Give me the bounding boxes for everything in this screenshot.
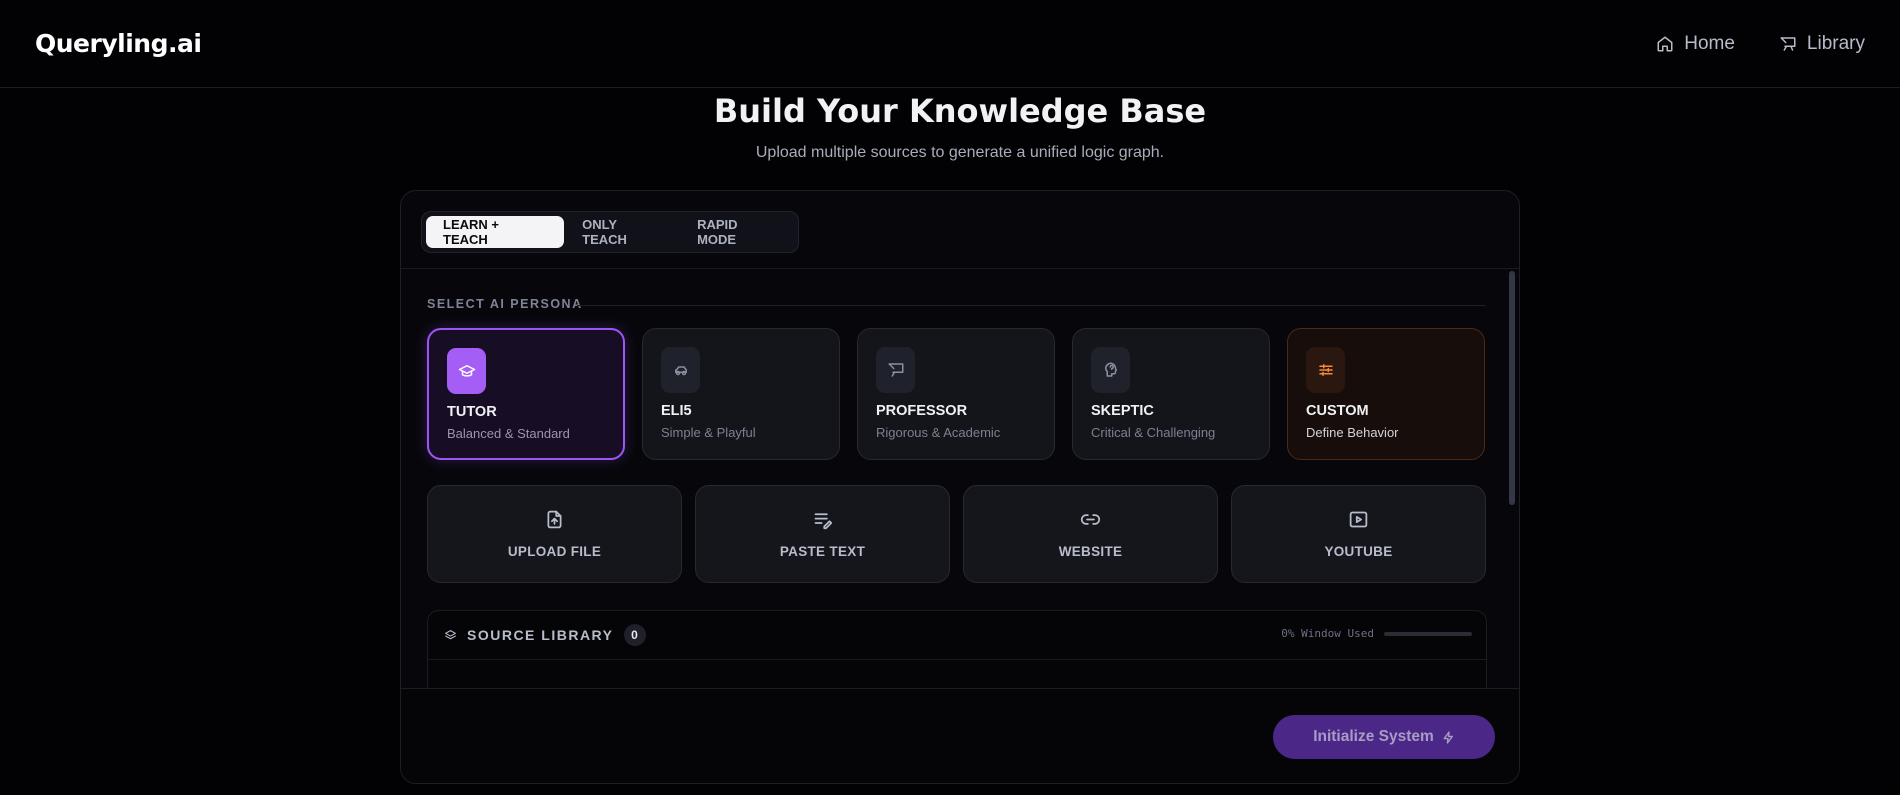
persona-description: Rigorous & Academic [876, 425, 1001, 440]
file-upload-icon [547, 510, 562, 529]
persona-section-label: SELECT AI PERSONA [427, 297, 583, 311]
persona-icon-box [876, 347, 915, 393]
persona-card-custom[interactable]: CUSTOM Define Behavior [1287, 328, 1485, 460]
tab-learn-teach[interactable]: LEARN + TEACH [426, 216, 565, 248]
mode-tabs: LEARN + TEACH ONLY TEACH RAPID MODE [421, 211, 799, 253]
app-logo[interactable]: Queryling.ai [35, 29, 202, 58]
presentation-icon [888, 363, 903, 377]
source-label: PASTE TEXT [779, 544, 866, 559]
persona-card-skeptic[interactable]: SKEPTIC Critical & Challenging [1072, 328, 1270, 460]
persona-card-tutor[interactable]: TUTOR Balanced & Standard [427, 328, 625, 460]
library-icon [1780, 36, 1796, 51]
persona-name: SKEPTIC [1091, 403, 1154, 419]
panel-scrollbar[interactable] [1509, 271, 1515, 505]
sliders-icon [1318, 364, 1333, 376]
source-library-title: SOURCE LIBRARY [467, 627, 614, 643]
source-label: YOUTUBE [1324, 544, 1393, 559]
persona-description: Balanced & Standard [447, 426, 570, 441]
upload-file-button[interactable]: UPLOAD FILE [427, 485, 682, 583]
nav-home-label: Home [1684, 32, 1735, 54]
layers-icon [445, 629, 456, 639]
nav-home-link[interactable]: Home [1656, 33, 1735, 55]
nav-library-label: Library [1806, 32, 1865, 54]
top-navigation-bar: Queryling.ai Home Library [0, 0, 1900, 88]
persona-name: CUSTOM [1306, 403, 1369, 419]
source-library: SOURCE LIBRARY 0 0% Window Used [427, 610, 1487, 690]
page-title: Build Your Knowledge Base [713, 92, 1207, 130]
thinking-head-icon [1104, 362, 1117, 377]
source-label: WEBSITE [1058, 544, 1123, 559]
video-play-icon [1349, 511, 1368, 528]
graduation-cap-icon [458, 365, 475, 377]
persona-card-eli5[interactable]: ELI5 Simple & Playful [642, 328, 840, 460]
tab-rapid-mode[interactable]: RAPID MODE [683, 216, 794, 248]
source-library-header: SOURCE LIBRARY 0 0% Window Used [428, 611, 1486, 660]
persona-icon-box [447, 348, 486, 394]
persona-description: Critical & Challenging [1091, 425, 1216, 440]
persona-card-professor[interactable]: PROFESSOR Rigorous & Academic [857, 328, 1055, 460]
context-usage-label: 0% Window Used [1281, 627, 1374, 640]
initialize-label: Initialize System [1313, 728, 1434, 745]
youtube-button[interactable]: YOUTUBE [1231, 485, 1486, 583]
paste-text-button[interactable]: PASTE TEXT [695, 485, 950, 583]
source-count-badge: 0 [623, 624, 646, 646]
persona-icon-box [661, 347, 700, 393]
mode-bar: LEARN + TEACH ONLY TEACH RAPID MODE [401, 191, 1519, 269]
section-divider [577, 305, 1486, 306]
link-icon [1080, 514, 1101, 525]
website-button[interactable]: WEBSITE [963, 485, 1218, 583]
persona-name: PROFESSOR [876, 403, 968, 419]
persona-name: TUTOR [447, 404, 497, 420]
knowledge-base-panel: LEARN + TEACH ONLY TEACH RAPID MODE SELE… [400, 190, 1520, 784]
lightning-icon [1443, 730, 1453, 744]
tab-only-teach[interactable]: ONLY TEACH [568, 216, 679, 248]
panel-footer: Initialize System [401, 688, 1519, 783]
toy-car-icon [674, 366, 687, 376]
initialize-system-button[interactable]: Initialize System [1273, 715, 1495, 759]
text-edit-icon [814, 513, 833, 530]
persona-name: ELI5 [661, 403, 692, 419]
context-usage-bar [1384, 631, 1472, 636]
page-subtitle: Upload multiple sources to generate a un… [755, 144, 1165, 161]
context-usage: 0% Window Used [1281, 627, 1472, 640]
main-nav: Home Library [1656, 33, 1865, 55]
persona-icon-box [1306, 347, 1345, 393]
home-icon [1657, 36, 1673, 51]
source-label: UPLOAD FILE [507, 544, 602, 559]
persona-icon-box [1091, 347, 1130, 393]
persona-description: Define Behavior [1306, 425, 1399, 440]
persona-description: Simple & Playful [661, 425, 756, 440]
nav-library-link[interactable]: Library [1779, 33, 1865, 55]
